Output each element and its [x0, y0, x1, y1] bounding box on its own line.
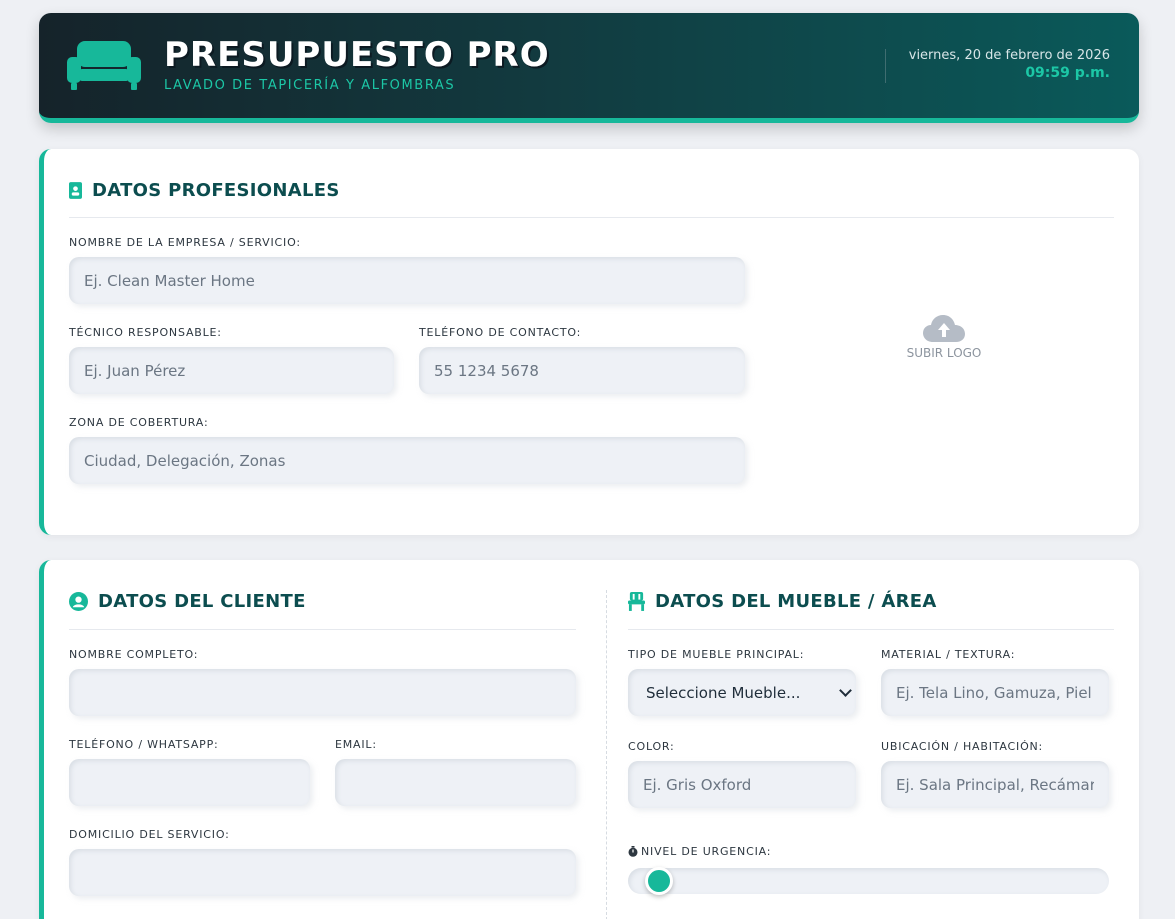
- section-divider: [628, 629, 1114, 630]
- app-title: PRESUPUESTO PRO: [164, 35, 550, 75]
- sofa-icon: [67, 41, 141, 90]
- location-label: UBICACIÓN / HABITACIÓN:: [881, 740, 1044, 753]
- client-email-label: EMAIL:: [335, 738, 377, 751]
- furniture-type-select[interactable]: Seleccione Mueble...: [628, 669, 856, 716]
- contact-phone-label: TELÉFONO DE CONTACTO:: [419, 326, 582, 339]
- company-name-input[interactable]: [69, 257, 745, 304]
- client-name-label: NOMBRE COMPLETO:: [69, 648, 199, 661]
- section-divider: [69, 629, 576, 630]
- color-input[interactable]: [628, 761, 856, 808]
- furniture-section-title: DATOS DEL MUEBLE / ÁREA: [628, 591, 937, 612]
- company-label: NOMBRE DE LA EMPRESA / SERVICIO:: [69, 236, 301, 249]
- client-email-input[interactable]: [335, 759, 576, 806]
- furniture-type-label: TIPO DE MUEBLE PRINCIPAL:: [628, 648, 805, 661]
- coverage-zone-input[interactable]: [69, 437, 745, 484]
- urgency-label-text: NIVEL DE URGENCIA:: [641, 845, 772, 858]
- contact-phone-input[interactable]: [419, 347, 745, 394]
- material-input[interactable]: [881, 669, 1109, 716]
- app-subtitle: LAVADO DE TAPICERÍA Y ALFOMBRAS: [164, 78, 456, 93]
- chair-icon: [628, 592, 645, 611]
- id-badge-icon: [69, 182, 82, 199]
- column-divider: [606, 590, 607, 919]
- header-divider: [885, 49, 886, 83]
- tech-label: TÉCNICO RESPONSABLE:: [69, 326, 222, 339]
- app-header: PRESUPUESTO PRO LAVADO DE TAPICERÍA Y AL…: [39, 13, 1139, 123]
- urgency-slider-thumb[interactable]: [645, 867, 673, 895]
- user-circle-icon: [69, 592, 88, 611]
- color-label: COLOR:: [628, 740, 675, 753]
- upload-logo-label: SUBIR LOGO: [906, 346, 982, 360]
- client-title-text: DATOS DEL CLIENTE: [98, 591, 306, 612]
- client-phone-label: TELÉFONO / WHATSAPP:: [69, 738, 219, 751]
- section-divider: [69, 217, 1114, 218]
- professional-section-title: DATOS PROFESIONALES: [69, 180, 340, 201]
- material-label: MATERIAL / TEXTURA:: [881, 648, 1016, 661]
- stopwatch-icon: [628, 846, 638, 857]
- header-time: 09:59 p.m.: [1025, 65, 1110, 81]
- client-furniture-card: DATOS DEL CLIENTE NOMBRE COMPLETO: TELÉF…: [39, 560, 1139, 919]
- client-phone-input[interactable]: [69, 759, 310, 806]
- header-date: viernes, 20 de febrero de 2026: [908, 48, 1110, 63]
- cloud-upload-icon: [923, 315, 965, 342]
- professional-title-text: DATOS PROFESIONALES: [92, 180, 340, 201]
- client-name-input[interactable]: [69, 669, 576, 716]
- client-address-label: DOMICILIO DEL SERVICIO:: [69, 828, 230, 841]
- professional-data-card: DATOS PROFESIONALES NOMBRE DE LA EMPRESA…: [39, 149, 1139, 535]
- tech-name-input[interactable]: [69, 347, 394, 394]
- urgency-slider[interactable]: [628, 868, 1109, 894]
- location-input[interactable]: [881, 761, 1109, 808]
- furniture-title-text: DATOS DEL MUEBLE / ÁREA: [655, 591, 937, 612]
- urgency-label: NIVEL DE URGENCIA:: [628, 845, 771, 858]
- upload-logo-button[interactable]: SUBIR LOGO: [894, 314, 994, 360]
- client-address-input[interactable]: [69, 849, 576, 896]
- zone-label: ZONA DE COBERTURA:: [69, 416, 209, 429]
- client-section-title: DATOS DEL CLIENTE: [69, 591, 306, 612]
